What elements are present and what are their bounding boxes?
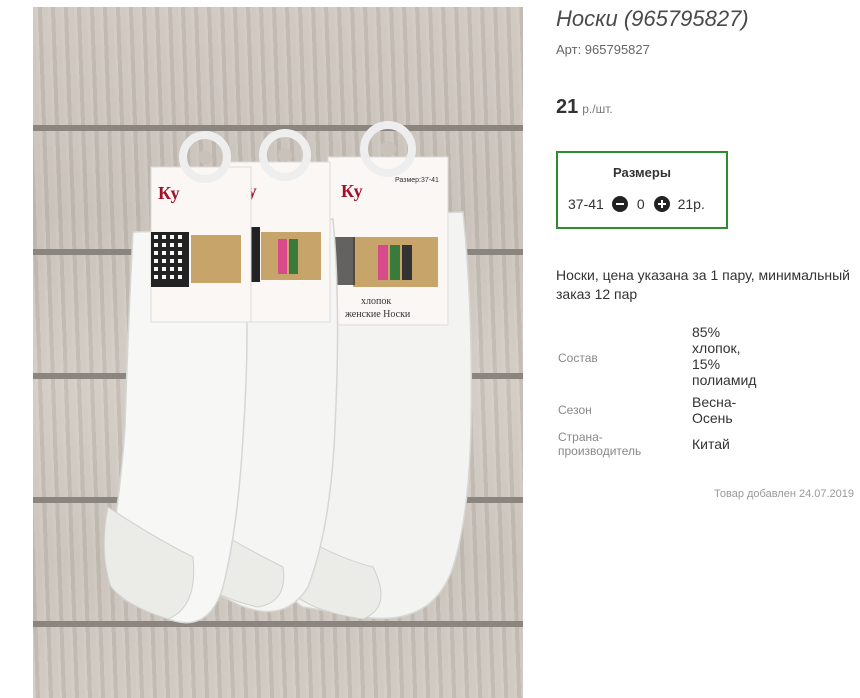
svg-text:Размер:37-41: Размер:37-41 [395,177,439,184]
size-row: 37-41 0 21р. [568,194,705,214]
svg-text:Ку: Ку [158,183,180,203]
plus-icon [660,200,663,208]
property-value: Китай [692,436,730,452]
product-title: Носки (965795827) [556,6,749,31]
svg-text:хлопок: хлопок [361,296,391,307]
property-value: 85% хлопок, 15% полиамид [692,324,757,388]
decrease-quantity-button[interactable] [611,196,628,212]
product-page: Ку хлопок женские Носки Размер:37-41 Ку [0,0,860,698]
socks-illustration: Ку хлопок женские Носки Размер:37-41 Ку [103,121,473,624]
price-value: 21 [556,96,579,118]
article-number: Арт: 965795827 [556,42,650,57]
sock-left: Ку [103,131,252,624]
quantity-value[interactable]: 0 [637,196,645,212]
property-value: Весна-Осень [692,394,737,426]
property-key: Сезон [558,403,592,417]
increase-quantity-button[interactable] [653,196,670,212]
price-unit: р./шт. [582,102,613,116]
size-price: 21р. [677,196,705,212]
size-label: 37-41 [568,196,604,212]
svg-text:женские Носки: женские Носки [344,309,411,320]
property-key: Страна-производитель [558,430,642,458]
minus-icon [615,203,624,205]
property-key: Состав [558,351,598,365]
product-photo[interactable]: Ку хлопок женские Носки Размер:37-41 Ку [33,7,523,698]
added-date: Товар добавлен 24.07.2019 [714,488,855,500]
sizes-title: Размеры [613,165,671,180]
sizes-box: Размеры 37-41 0 21р. [556,151,728,229]
price: 21 р./шт. [556,96,613,119]
svg-text:Ку: Ку [341,181,363,201]
product-description: Носки, цена указана за 1 пару, минимальн… [556,267,850,302]
